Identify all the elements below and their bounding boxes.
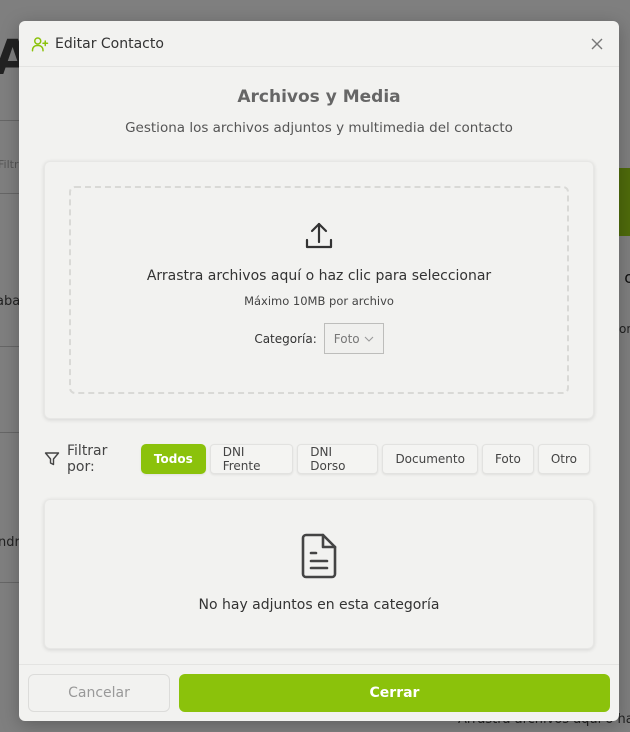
dropzone-limit: Máximo 10MB por archivo (244, 294, 394, 308)
background-divider (0, 346, 20, 347)
background-divider (0, 582, 20, 583)
background-row-text: ndr (0, 535, 20, 550)
section-title: Archivos y Media (237, 87, 401, 107)
filter-chip-otro[interactable]: Otro (537, 444, 590, 474)
document-icon (299, 533, 339, 579)
background-divider (0, 432, 20, 433)
filter-chip-foto[interactable]: Foto (481, 444, 534, 474)
filter-label: Filtrar por: (67, 443, 108, 475)
filter-chip-todos[interactable]: Todos (140, 444, 206, 474)
modal-body: Archivos y Media Gestiona los archivos a… (19, 87, 619, 649)
empty-state-card: No hay adjuntos en esta categoría (44, 499, 594, 649)
background-divider (0, 193, 20, 194)
modal-title: Editar Contacto (55, 35, 164, 52)
section-subtitle: Gestiona los archivos adjuntos y multime… (125, 120, 513, 136)
edit-contact-modal: Editar Contacto Archivos y Media Gestion… (19, 21, 619, 721)
close-button[interactable] (587, 34, 607, 54)
user-plus-icon (31, 35, 49, 53)
chevron-down-icon (364, 336, 374, 342)
background-row-text: aba (0, 294, 21, 309)
background-divider (0, 120, 20, 121)
category-value: Foto (333, 331, 360, 346)
dropzone-text: Arrastra archivos aquí o haz clic para s… (146, 268, 492, 284)
category-select[interactable]: Foto (323, 323, 384, 354)
cancel-button[interactable]: Cancelar (28, 674, 170, 712)
modal-header: Editar Contacto (19, 21, 619, 67)
empty-state-text: No hay adjuntos en esta categoría (198, 597, 440, 613)
filter-chip-documento[interactable]: Documento (382, 444, 478, 474)
file-dropzone[interactable]: Arrastra archivos aquí o haz clic para s… (69, 186, 569, 394)
filter-row: Filtrar por: Todos DNI Frente DNI Dorso … (44, 443, 594, 475)
background-right-text: o (624, 268, 630, 287)
filter-chip-dni-dorso[interactable]: DNI Dorso (297, 444, 379, 474)
modal-footer: Cancelar Cerrar (19, 664, 619, 721)
category-label: Categoría: (254, 331, 317, 346)
background-right-text: on (619, 322, 630, 336)
filter-icon (44, 451, 60, 467)
category-row: Categoría: Foto (254, 323, 384, 354)
background-filter-text: Filtr (0, 158, 19, 171)
filter-chip-dni-frente[interactable]: DNI Frente (209, 444, 294, 474)
upload-icon (303, 220, 335, 252)
close-icon (591, 38, 603, 49)
upload-card: Arrastra archivos aquí o haz clic para s… (44, 161, 594, 419)
close-modal-button[interactable]: Cerrar (179, 674, 610, 712)
